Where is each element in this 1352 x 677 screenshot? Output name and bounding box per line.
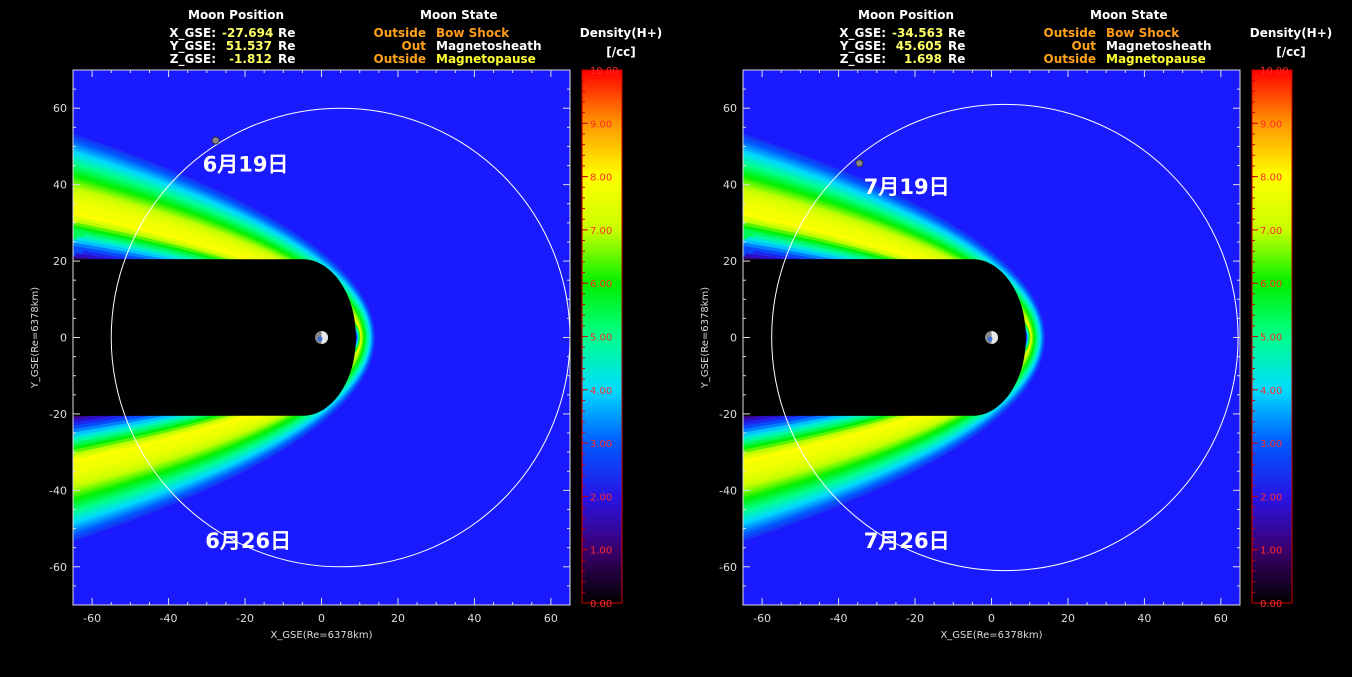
y-tick-label: -20 (719, 408, 737, 421)
colorbar-tick-label: 2.00 (590, 492, 612, 503)
magnetosphere (73, 259, 356, 416)
date-label: 6月19日 (203, 153, 289, 177)
colorbar-tick-label: 7.00 (590, 226, 612, 237)
colorbar-tick-label: 1.00 (590, 546, 612, 557)
colorbar-tick-label: 2.00 (1260, 492, 1282, 503)
right-plot: -60 -40 -20 0 20 40 60 -60 -40 -20 0 20 40 60 X_GSE(Re… (700, 66, 1293, 641)
x-tick-label: -20 (906, 612, 924, 625)
colorbar-tick-label: 10.00 (1260, 66, 1289, 77)
y-tick-label: -40 (719, 484, 737, 497)
colorbar-tick-label: 5.00 (1260, 333, 1282, 344)
date-label: 7月19日 (864, 175, 950, 199)
moon-marker (855, 159, 864, 168)
x-axis-title: X_GSE(Re=6378km) (940, 630, 1042, 641)
x-tick-label: 60 (544, 612, 558, 625)
x-tick-label: -60 (83, 612, 101, 625)
y-axis-title: Y_GSE(Re=6378km) (700, 287, 711, 389)
colorbar-tick-label: 1.00 (1260, 546, 1282, 557)
y-tick-label: 60 (53, 102, 67, 115)
y-tick-label: -20 (49, 408, 67, 421)
y-tick-label: 40 (53, 179, 67, 192)
x-tick-label: -40 (160, 612, 178, 625)
colorbar-tick-label: 9.00 (590, 119, 612, 130)
x-tick-label: 0 (318, 612, 325, 625)
x-tick-label: 60 (1214, 612, 1228, 625)
magnetosphere (743, 259, 1026, 416)
y-tick-label: 60 (723, 102, 737, 115)
colorbar-tick-label: 4.00 (1260, 386, 1282, 397)
colorbar-tick-label: 7.00 (1260, 226, 1282, 237)
x-tick-label: 20 (1061, 612, 1075, 625)
earth-ocean (987, 336, 993, 342)
colorbar-tick-label: 6.00 (590, 279, 612, 290)
colorbar-tick-label: 0.00 (1260, 599, 1282, 610)
left-panel: Moon Position X_GSE: -27.694 Re Y_GSE: 5… (0, 0, 676, 677)
y-tick-label: 20 (723, 255, 737, 268)
colorbar-tick-label: 4.00 (590, 386, 612, 397)
y-tick-label: -40 (49, 484, 67, 497)
colorbar-tick-label: 0.00 (590, 599, 612, 610)
x-tick-label: 20 (391, 612, 405, 625)
colorbar-tick-label: 10.00 (590, 66, 619, 77)
x-tick-label: -60 (753, 612, 771, 625)
date-label: 7月26日 (864, 529, 950, 553)
colorbar-tick-label: 6.00 (1260, 279, 1282, 290)
colorbar-tick-label: 5.00 (590, 333, 612, 344)
y-axis-title: Y_GSE(Re=6378km) (30, 287, 41, 389)
y-tick-label: -60 (719, 561, 737, 574)
y-tick-label: -60 (49, 561, 67, 574)
y-tick-label: 40 (723, 179, 737, 192)
x-tick-label: -20 (236, 612, 254, 625)
colorbar-tick-label: 8.00 (1260, 173, 1282, 184)
x-tick-label: 40 (1137, 612, 1151, 625)
y-tick-label: 0 (730, 332, 737, 345)
colorbar-tick-label: 3.00 (1260, 439, 1282, 450)
right-panel: Moon Position X_GSE: -34.563 Re Y_GSE: 4… (670, 0, 1346, 677)
date-label: 6月26日 (205, 529, 291, 553)
y-tick-label: 20 (53, 255, 67, 268)
left-plot: -60 -40 -20 0 20 40 60 -60 -40 -20 0 20 40 60 X_GSE(Re… (30, 66, 623, 641)
earth-ocean (317, 336, 323, 342)
colorbar-tick-label: 3.00 (590, 439, 612, 450)
colorbar-tick-label: 8.00 (590, 173, 612, 184)
x-tick-label: 40 (467, 612, 481, 625)
plot-area (73, 70, 570, 605)
plot-area (743, 70, 1240, 605)
colorbar-tick-label: 9.00 (1260, 119, 1282, 130)
x-axis-title: X_GSE(Re=6378km) (270, 630, 372, 641)
y-tick-label: 0 (60, 332, 67, 345)
x-tick-label: -40 (830, 612, 848, 625)
x-tick-label: 0 (988, 612, 995, 625)
moon-marker (211, 136, 220, 145)
